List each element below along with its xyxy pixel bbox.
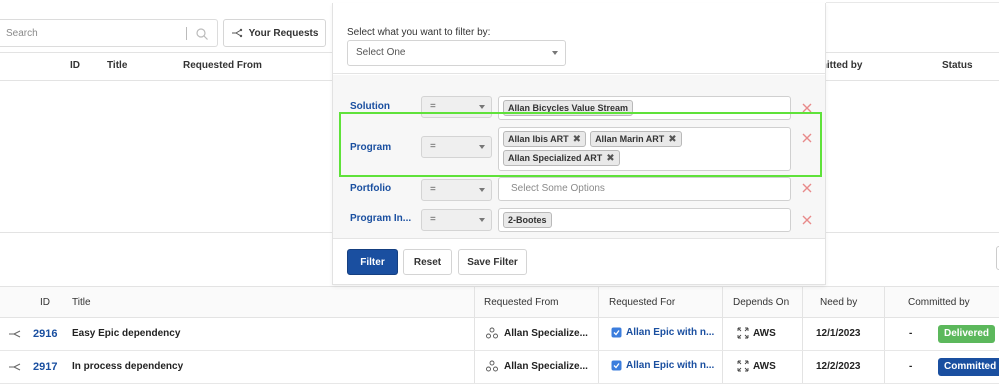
- filter-label: Portfolio: [350, 183, 392, 194]
- divider: [826, 2, 999, 3]
- filter-field-select-value: Select One: [356, 47, 406, 58]
- operator-select[interactable]: =: [421, 179, 492, 201]
- column-committed-by[interactable]: Committed by: [908, 297, 970, 308]
- table-header: ID Title Requested From Requested For De…: [0, 286, 999, 318]
- depends-on-cell: AWS: [737, 360, 776, 372]
- column-need-by[interactable]: Need by: [820, 297, 857, 308]
- requested-for-cell[interactable]: Allan Epic with n...: [611, 327, 714, 338]
- depends-on-text: AWS: [753, 360, 776, 372]
- relationship-icon[interactable]: [8, 329, 22, 339]
- divider: [186, 27, 187, 40]
- your-requests-button[interactable]: Your Requests: [223, 19, 326, 47]
- column-depends-on[interactable]: Depends On: [733, 297, 789, 308]
- filter-label: Solution: [350, 101, 390, 112]
- filter-button[interactable]: Filter: [347, 249, 398, 275]
- filter-prompt: Select what you want to filter by:: [347, 27, 491, 38]
- depends-on-text: AWS: [753, 327, 776, 339]
- epic-icon: [611, 360, 622, 371]
- chip-label: 2-Bootes: [508, 215, 547, 225]
- save-filter-button[interactable]: Save Filter: [458, 249, 527, 275]
- requested-from-text: Allan Specialize...: [504, 360, 588, 372]
- filter-label: Program In...: [350, 213, 412, 224]
- search-icon[interactable]: [195, 27, 209, 41]
- column-title[interactable]: Title: [72, 297, 91, 308]
- dependency-table: ID Title Requested From Requested For De…: [0, 286, 999, 384]
- filter-field-select[interactable]: Select One: [347, 40, 566, 66]
- row-title: In process dependency: [72, 361, 184, 372]
- epic-icon: [611, 327, 622, 338]
- filter-panel-header: Select what you want to filter by: Selec…: [333, 3, 825, 74]
- operator-select[interactable]: =: [421, 209, 492, 231]
- operator-value: =: [430, 214, 436, 225]
- requested-from-cell: Allan Specialize...: [486, 360, 588, 372]
- relationship-icon: [231, 28, 242, 38]
- operator-value: =: [430, 101, 436, 112]
- expand-arrows-icon: [737, 360, 749, 372]
- status-badge: Delivered: [938, 325, 996, 343]
- value-multiselect[interactable]: 2-Bootes: [498, 208, 791, 232]
- requested-for-link[interactable]: Allan Epic with n...: [626, 327, 714, 338]
- value-chip: 2-Bootes: [503, 212, 552, 228]
- expand-arrows-icon: [737, 327, 749, 339]
- column-id[interactable]: ID: [70, 60, 80, 71]
- need-by-date: 12/1/2023: [816, 328, 861, 339]
- column-requested-from[interactable]: Requested From: [183, 60, 262, 71]
- filter-panel-footer: Filter Reset Save Filter: [333, 238, 825, 284]
- your-requests-label: Your Requests: [248, 27, 319, 39]
- need-by-date: 12/2/2023: [816, 361, 861, 372]
- value-placeholder: Select Some Options: [511, 183, 605, 194]
- committed-by-value: -: [909, 328, 913, 339]
- search-box[interactable]: [0, 19, 218, 47]
- search-input[interactable]: [0, 20, 180, 46]
- chevron-down-icon: [479, 105, 485, 109]
- requested-for-link[interactable]: Allan Epic with n...: [626, 360, 714, 371]
- row-id-link[interactable]: 2916: [33, 328, 57, 340]
- value-multiselect[interactable]: Select Some Options: [498, 177, 791, 201]
- table-row[interactable]: 2917 In process dependency Allan Special…: [0, 351, 999, 384]
- requested-from-text: Allan Specialize...: [504, 327, 588, 339]
- column-title[interactable]: Title: [107, 60, 127, 71]
- relationship-icon[interactable]: [8, 362, 22, 372]
- committed-by-value: -: [909, 361, 913, 372]
- row-title: Easy Epic dependency: [72, 328, 181, 339]
- column-requested-for[interactable]: Requested For: [609, 297, 675, 308]
- chevron-down-icon: [479, 218, 485, 222]
- column-status[interactable]: Status: [942, 60, 973, 71]
- delete-row-icon[interactable]: [801, 214, 813, 226]
- highlight-box: [339, 112, 822, 177]
- chevron-down-icon: [552, 51, 558, 55]
- table-row[interactable]: 2916 Easy Epic dependency Allan Speciali…: [0, 318, 999, 351]
- status-badge: Committed: [938, 358, 999, 376]
- requested-for-cell[interactable]: Allan Epic with n...: [611, 360, 714, 371]
- chevron-down-icon: [479, 188, 485, 192]
- operator-value: =: [430, 184, 436, 195]
- delete-row-icon[interactable]: [801, 182, 813, 194]
- depends-on-cell: AWS: [737, 327, 776, 339]
- team-icon: [486, 360, 498, 372]
- column-requested-from[interactable]: Requested From: [484, 297, 558, 308]
- column-id[interactable]: ID: [40, 297, 50, 308]
- team-icon: [486, 327, 498, 339]
- row-id-link[interactable]: 2917: [33, 361, 57, 373]
- reset-button[interactable]: Reset: [403, 249, 452, 275]
- requested-from-cell: Allan Specialize...: [486, 327, 588, 339]
